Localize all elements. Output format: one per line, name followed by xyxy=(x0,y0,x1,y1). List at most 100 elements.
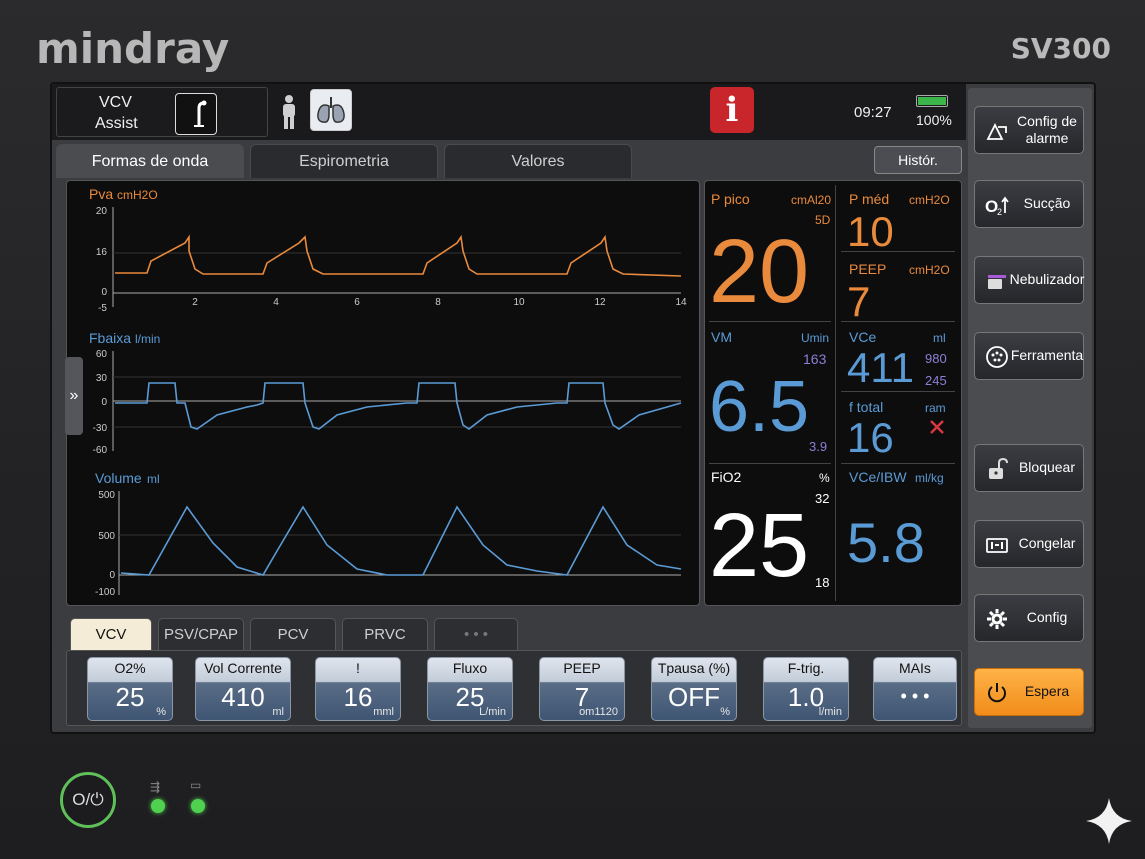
flow-ytick: 30 xyxy=(96,373,108,384)
airway-tube-icon[interactable] xyxy=(175,93,217,135)
vm-label: VM xyxy=(711,329,732,345)
side-button-label: Config xyxy=(1026,609,1068,626)
vm-unit: Umin xyxy=(801,331,830,345)
suction-button[interactable]: O2 Sucção xyxy=(974,180,1084,228)
side-button-label: Bloquear xyxy=(1018,459,1076,476)
side-button-label: Espera xyxy=(1024,683,1070,700)
config-button[interactable]: Config xyxy=(974,594,1084,642)
mode-tab-psv-cpap[interactable]: PSV/CPAP xyxy=(158,618,244,650)
fio2-upper-limit: 32 xyxy=(815,491,830,506)
model-label: SV300 xyxy=(1010,32,1111,65)
tools-button[interactable]: Ferramenta xyxy=(974,332,1084,380)
param-tpause-button[interactable]: Tpausa (%) OFF % xyxy=(651,657,737,721)
tab-formas-de-onda[interactable]: Formas de onda xyxy=(56,144,244,178)
pmed-value[interactable]: 10 xyxy=(847,211,894,253)
numerics-divider xyxy=(709,463,831,464)
param-more-button[interactable]: MAIs • • • xyxy=(873,657,957,721)
flow-ytick: -60 xyxy=(93,445,108,456)
mode-tab-more[interactable]: • • • xyxy=(434,618,518,650)
mode-tab-prvc[interactable]: PRVC xyxy=(342,618,428,650)
param-unit: % xyxy=(720,706,730,718)
fio2-value[interactable]: 25 xyxy=(709,501,809,591)
nebulizer-button[interactable]: Nebulizador xyxy=(974,256,1084,304)
alarm-info-icon[interactable]: i xyxy=(710,87,754,133)
param-unit: l/min xyxy=(818,706,842,718)
side-button-label: Sucção xyxy=(1023,195,1071,212)
usb-indicator-led xyxy=(151,799,165,813)
screen: VCV Assist i 09:27 100% Formas de onda E… xyxy=(50,82,1096,734)
mode-name: VCV xyxy=(99,94,132,111)
param-unit: % xyxy=(156,706,166,718)
power-button[interactable]: O/⏻ xyxy=(60,772,116,828)
mode-tab-vcv[interactable]: VCV xyxy=(70,618,152,650)
standby-button[interactable]: Espera xyxy=(974,668,1084,716)
lungs-icon[interactable] xyxy=(310,89,352,131)
time-xtick: 14 xyxy=(675,297,687,308)
ventilation-mode-box[interactable]: VCV Assist xyxy=(56,87,268,137)
param-label: ! xyxy=(356,660,360,676)
battery-status-icon: ▭ xyxy=(190,778,202,792)
param-o2-button[interactable]: O2% 25 % xyxy=(87,657,173,721)
ftotal-unit: ram xyxy=(925,401,946,415)
numerics-divider xyxy=(835,185,836,601)
freeze-button[interactable]: Congelar xyxy=(974,520,1084,568)
volume-waveform xyxy=(120,505,682,576)
brand-logo: mindray xyxy=(36,24,230,73)
param-ftrig-button[interactable]: F-trig. 1.0 l/min xyxy=(763,657,849,721)
freeze-icon xyxy=(986,538,1008,553)
time-xtick: 8 xyxy=(435,297,441,308)
tab-espirometria[interactable]: Espirometria xyxy=(250,144,438,178)
vm-lower-limit: 3.9 xyxy=(809,439,828,454)
view-tabs: Formas de onda Espirometria Valores xyxy=(52,142,966,178)
time-xtick: 2 xyxy=(192,297,198,308)
volume-unit: ml xyxy=(147,472,160,486)
usb-icon: ⇶ xyxy=(150,780,161,794)
param-unit: mml xyxy=(373,706,394,718)
volume-ytick: -100 xyxy=(95,587,115,598)
pmed-unit: cmH2O xyxy=(909,193,950,207)
history-button[interactable]: Histór. xyxy=(874,146,962,174)
expand-panel-handle[interactable]: » xyxy=(65,357,83,435)
param-peep-button[interactable]: PEEP 7 om1120 xyxy=(539,657,625,721)
power-indicator-led xyxy=(191,799,205,813)
lock-icon xyxy=(989,457,1008,479)
numerics-divider xyxy=(841,391,955,392)
flow-title: Fbaixa xyxy=(89,330,131,346)
time-xtick: 6 xyxy=(354,297,360,308)
param-flow-button[interactable]: Fluxo 25 L/min xyxy=(427,657,513,721)
power-icon xyxy=(988,683,1006,703)
lock-button[interactable]: Bloquear xyxy=(974,444,1084,492)
vce-unit: ml xyxy=(933,331,946,345)
volume-ytick: 500 xyxy=(98,531,115,542)
vce-ibw-unit: ml/kg xyxy=(915,471,944,485)
battery-percent: 100% xyxy=(916,112,952,128)
alarm-config-button[interactable]: Config de alarme xyxy=(974,106,1084,154)
vce-ibw-value[interactable]: 5.8 xyxy=(847,515,925,571)
vm-upper-limit: 163 xyxy=(803,351,827,367)
param-label: Tpausa (%) xyxy=(657,660,731,676)
side-button-label: Nebulizador xyxy=(1009,271,1085,288)
pressure-unit: cmH2O xyxy=(117,188,158,202)
pressure-title: Pva xyxy=(89,186,113,202)
param-rate-button[interactable]: ! 16 mml xyxy=(315,657,401,721)
adult-patient-icon[interactable] xyxy=(278,94,300,130)
flow-waveform xyxy=(115,382,682,430)
vce-label: VCe xyxy=(849,329,877,345)
param-tidal-volume-button[interactable]: Vol Corrente 410 ml xyxy=(195,657,291,721)
mode-tab-pcv[interactable]: PCV xyxy=(250,618,336,650)
sparkle-icon xyxy=(1086,798,1132,844)
fio2-lower-limit: 18 xyxy=(815,575,830,590)
flow-unit: l/min xyxy=(135,332,160,346)
vce-lower-limit: 245 xyxy=(925,373,947,388)
ftotal-value[interactable]: 16 xyxy=(847,417,894,459)
vm-value[interactable]: 6.5 xyxy=(709,371,809,443)
param-label: O2% xyxy=(114,660,146,676)
ppico-value[interactable]: 20 xyxy=(709,227,809,317)
pressure-waveform xyxy=(115,234,682,277)
pmed-label: P méd xyxy=(849,191,890,207)
vce-value[interactable]: 411 xyxy=(847,347,914,389)
tab-valores[interactable]: Valores xyxy=(444,144,632,178)
tools-icon xyxy=(986,346,1008,368)
peep-value[interactable]: 7 xyxy=(847,281,870,323)
ppico-limit: 5D xyxy=(815,213,831,227)
